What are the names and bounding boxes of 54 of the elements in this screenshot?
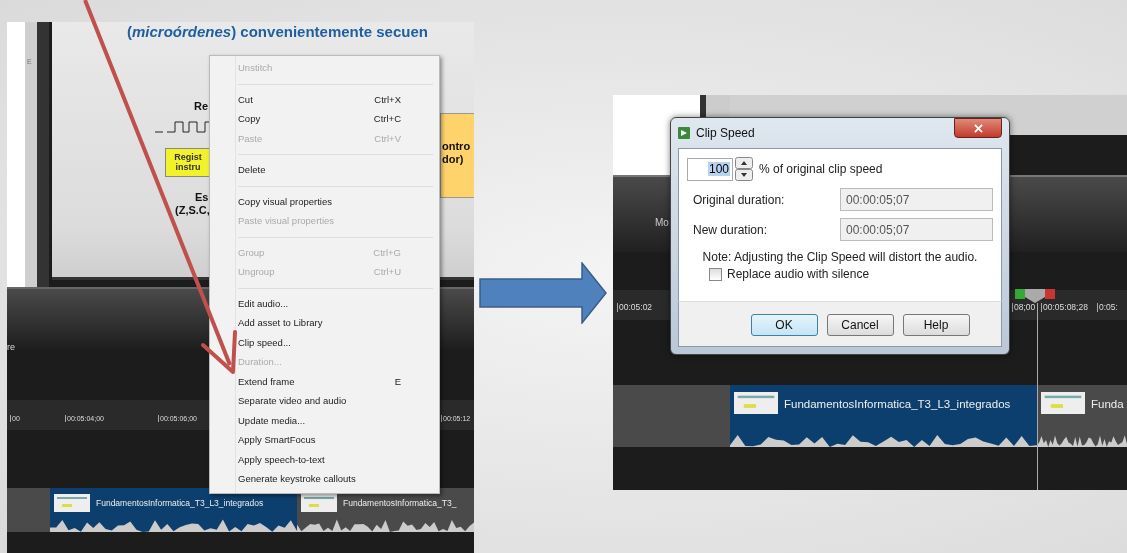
playhead-handle-icon[interactable] [1015,287,1055,303]
clip-thumbnail [54,494,90,512]
menu-item[interactable]: Clip speed... [210,332,439,352]
media-clip[interactable] [7,488,50,532]
checkbox-label: Replace audio with silence [727,267,870,281]
media-clip[interactable]: FundamentosInformatica_T3_L3_integrados [50,488,297,532]
close-button[interactable] [954,118,1002,138]
clip-name: FundamentosInformatica_T3_L3_integrados [96,497,264,508]
menu-item[interactable]: Edit audio... [210,293,439,313]
menu-item[interactable]: Extend frame E [210,371,439,391]
clip-name: FundamentosInformatica_T3_L3_integrados [784,397,1011,410]
time-label: 00:05:08;28 [1041,303,1088,312]
slide-heading: (microórdenes) convenientemente secuen [127,23,428,40]
menu-item[interactable]: Separate video and audio [210,391,439,411]
field-label: New duration: [693,222,768,237]
duration-field: 00:00:05;07 [840,218,993,241]
note-text: Note: Adjusting the Clip Speed will distort the audio. [701,250,979,264]
media-clip[interactable] [613,385,730,447]
menu-item[interactable]: Apply SmartFocus [210,430,439,450]
menu-item[interactable]: Update media... [210,410,439,430]
clip-name: FundamentosInformatica_T3_ [343,497,457,508]
dialog-button[interactable]: Cancel [826,314,894,336]
dialog-button[interactable]: Help [902,314,970,336]
media-clip[interactable]: Funda [1037,385,1127,447]
replace-audio-checkbox[interactable] [709,267,722,281]
menu-item[interactable]: Delete [210,160,439,180]
slide-text: Es [195,191,209,204]
clip-name: Funda [1091,397,1124,410]
field-label: Original duration: [693,192,785,207]
time-label: 0:05: [1097,303,1118,312]
duration-field: 00:00:05;07 [840,188,993,211]
menu-item[interactable]: Copy visual properties [210,191,439,211]
slide-text: Re [194,100,209,113]
control-box: ontro dor) [440,113,474,199]
speed-field[interactable]: 100 [687,157,733,181]
media-clip[interactable]: FundamentosInformatica_T3_L3_integrados [730,385,1037,447]
time-label: 00:05:02 [617,303,653,312]
menu-item[interactable]: Copy Ctrl+C [210,109,439,129]
clip-thumbnail [734,391,778,415]
menu-item[interactable]: Apply speech-to-text [210,449,439,469]
toolbar-label: re [7,342,15,352]
dialog-title: Clip Speed [696,126,756,140]
menu-item[interactable]: Generate keystroke callouts [210,469,439,489]
toolbar-label: Mo [655,217,669,228]
slide-text: (Z,S.C, [175,204,210,217]
spinner-control[interactable] [735,157,753,181]
close-icon [973,123,983,133]
clip-thumbnail [1041,391,1085,415]
speed-label: % of original clip speed [759,162,883,176]
dialog-button[interactable]: OK [750,314,818,336]
app-icon [678,127,690,139]
menu-item[interactable]: Add asset to Library [210,313,439,333]
register-box: Regist instru [165,148,211,177]
menu-item[interactable]: Cut Ctrl+X [210,89,439,109]
